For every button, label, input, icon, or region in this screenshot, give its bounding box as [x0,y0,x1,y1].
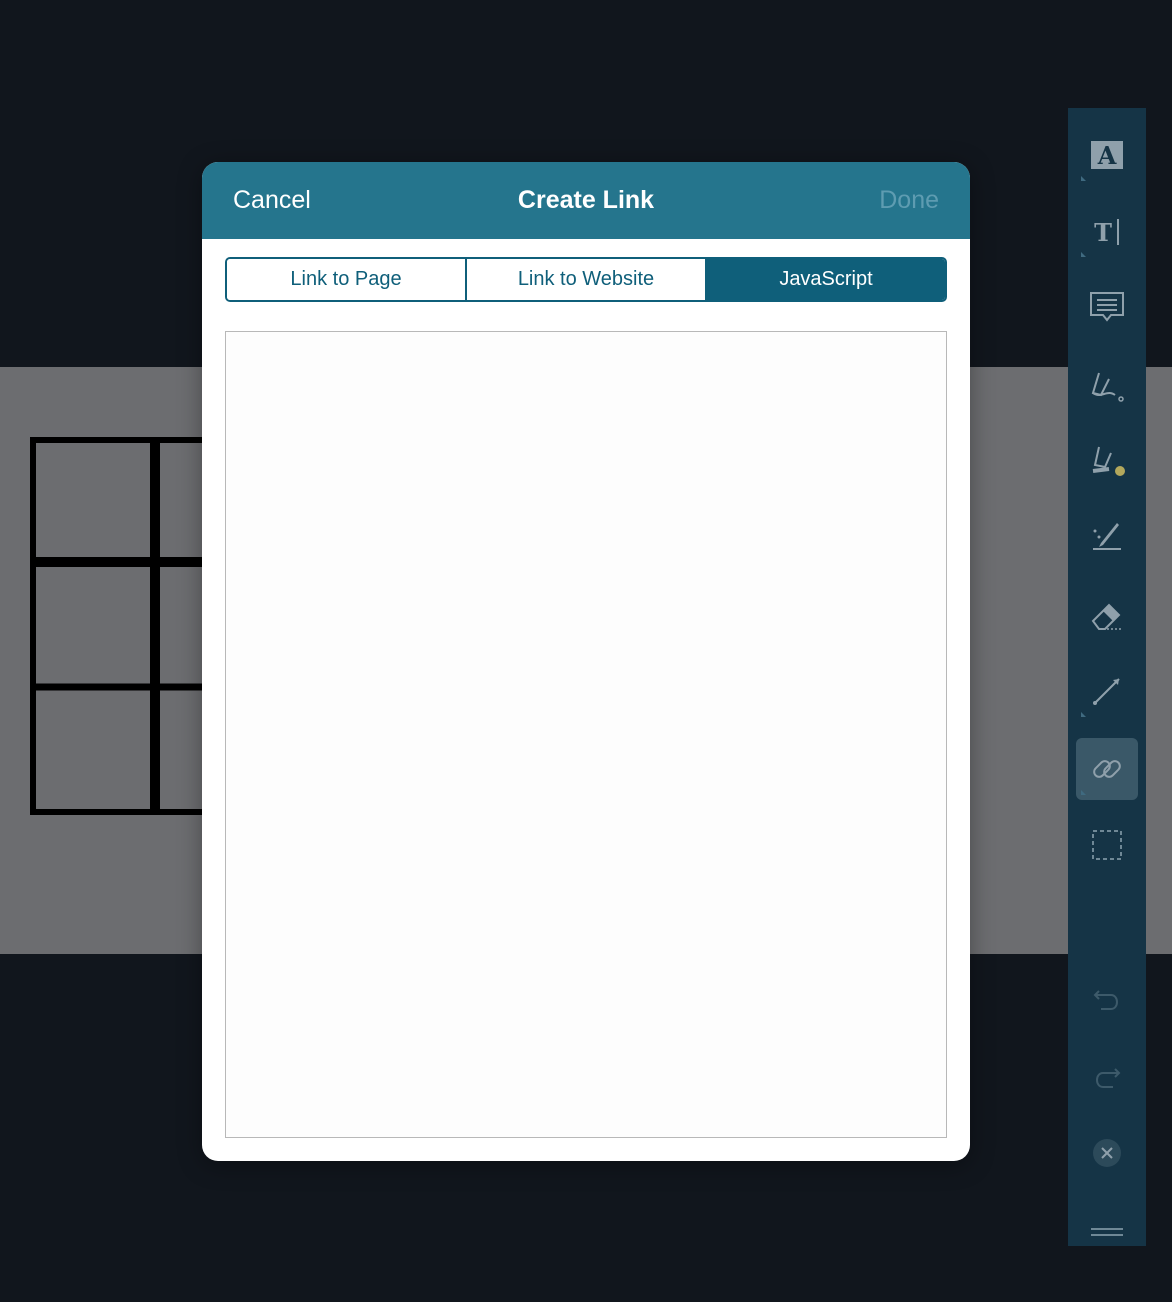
undo-icon [1093,990,1118,1010]
smart-pen-tool[interactable] [1076,506,1138,568]
link-icon [1093,760,1121,778]
comment-tool[interactable] [1076,276,1138,338]
line-tool[interactable] [1076,660,1138,722]
tab-link-to-website[interactable]: Link to Website [467,259,707,300]
eraser-tool[interactable] [1076,584,1138,646]
dialog-header: Cancel Create Link Done [202,162,970,239]
pen-tool[interactable] [1076,354,1138,416]
redo-icon [1096,1068,1121,1088]
tab-javascript[interactable]: JavaScript [707,259,945,300]
highlighter-icon [1092,446,1125,476]
text-box-icon: A [1091,141,1123,170]
close-toolbar-button[interactable] [1076,1122,1138,1184]
link-tool[interactable] [1076,738,1138,800]
pen-icon [1091,372,1124,402]
done-button[interactable]: Done [879,184,939,216]
eraser-icon [1091,603,1121,630]
typewriter-tool[interactable]: T [1076,200,1138,262]
menu-icon [1091,1228,1123,1236]
text-box-tool[interactable]: A [1076,124,1138,186]
create-link-dialog: Cancel Create Link Done Link to Page Lin… [202,162,970,1161]
close-icon [1093,1139,1121,1167]
smart-pen-icon [1093,523,1121,550]
typewriter-text-icon: T [1094,218,1119,247]
dialog-title: Create Link [517,186,655,214]
toolbar-menu-button[interactable] [1076,1192,1138,1254]
selection-tool[interactable] [1076,814,1138,876]
line-arrow-icon [1093,678,1120,705]
highlighter-tool[interactable] [1076,430,1138,492]
svg-text:T: T [1094,218,1112,247]
tab-link-to-page[interactable]: Link to Page [227,259,467,300]
annotation-toolbar: A T [1068,108,1146,1246]
redo-button[interactable] [1076,1046,1138,1108]
selection-icon [1092,830,1122,860]
javascript-input[interactable] [225,331,947,1138]
grid-drawing [30,437,230,815]
link-type-segmented-control: Link to Page Link to Website JavaScript [225,257,947,302]
undo-button[interactable] [1076,968,1138,1030]
svg-text:A: A [1097,141,1117,170]
comment-icon [1090,292,1124,322]
